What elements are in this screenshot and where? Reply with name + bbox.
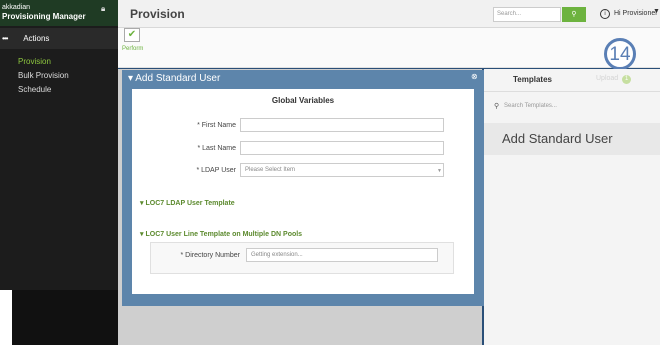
add-user-modal: ▾ Add Standard User ⊗ Global Variables *… <box>122 70 484 306</box>
user-icon[interactable]: i <box>600 9 610 19</box>
sidebar-item-schedule[interactable]: Schedule <box>0 83 118 97</box>
search-input[interactable]: Search... <box>493 7 561 22</box>
sidebar-item-bulk-provision[interactable]: Bulk Provision <box>0 69 118 83</box>
top-bar: Provision Search... ⚲ i Hi Provisioner ▼ <box>118 0 660 28</box>
step-badge: 14 <box>604 38 636 70</box>
chevron-down-icon[interactable]: ▼ <box>437 168 442 174</box>
ldap-template-section[interactable]: ▾ LOC7 LDAP User Template <box>140 199 235 207</box>
collapse-icon[interactable]: ▾ <box>128 73 133 84</box>
line-template-title: LOC7 User Line Template on Multiple DN P… <box>145 231 303 238</box>
toolbar: ✔ Perform 14 <box>118 28 660 70</box>
ldap-user-label: * LDAP User <box>196 167 236 174</box>
ldap-user-select[interactable]: Please Select Item <box>240 163 444 177</box>
close-icon[interactable]: ⊗ <box>471 72 478 81</box>
search-icon: ⚲ <box>494 103 500 110</box>
modal-title: ▾ Add Standard User <box>128 73 220 84</box>
search-icon: ⚲ <box>571 11 577 18</box>
upload-count-badge: 1 <box>622 75 632 84</box>
page-title: Provision <box>130 7 185 21</box>
more-icon: ••• <box>2 34 8 43</box>
checkmark-icon[interactable]: ✔ <box>124 28 140 42</box>
last-name-label: * Last Name <box>197 145 236 152</box>
sidebar: akkadian Provisioning Manager 🔒︎ ••• Act… <box>0 0 118 345</box>
desktop-edge <box>0 290 12 345</box>
first-name-label: * First Name <box>197 122 236 129</box>
tab-templates[interactable]: Templates <box>490 75 575 84</box>
user-menu[interactable]: Hi Provisioner <box>614 10 658 17</box>
modal-title-text: Add Standard User <box>135 73 221 84</box>
tab-upload[interactable]: Upload 1 <box>596 75 632 84</box>
ldap-template-title: LOC7 LDAP User Template <box>145 200 235 207</box>
modal-body: Global Variables * First Name * Last Nam… <box>132 89 474 294</box>
tab-upload-label: Upload <box>596 75 619 82</box>
actions-label: Actions <box>23 34 50 43</box>
last-name-input[interactable] <box>240 141 444 155</box>
template-item-add-standard-user[interactable]: Add Standard User <box>484 123 660 155</box>
tab-divider <box>484 91 660 92</box>
actions-header[interactable]: ••• Actions <box>0 28 118 49</box>
section-title: Global Variables <box>271 96 335 105</box>
line-template-section[interactable]: ▾ LOC7 User Line Template on Multiple DN… <box>140 230 302 238</box>
caret-down-icon[interactable]: ▼ <box>653 8 660 15</box>
sidebar-footer <box>0 290 118 345</box>
sidebar-item-provision[interactable]: Provision <box>0 55 118 69</box>
search-button[interactable]: ⚲ <box>562 7 586 22</box>
template-search-input[interactable]: Search Templates... <box>504 103 654 109</box>
collapse-icon: ▾ <box>140 200 144 207</box>
directory-number-label: * Directory Number <box>180 252 240 259</box>
lock-icon[interactable]: 🔒︎ <box>101 4 105 14</box>
directory-number-input[interactable]: Getting extension... <box>246 248 438 262</box>
collapse-icon: ▾ <box>140 231 144 238</box>
templates-pane: Templates Upload 1 ⚲ Search Templates...… <box>484 69 660 345</box>
sidebar-menu: Provision Bulk Provision Schedule <box>0 55 118 97</box>
first-name-input[interactable] <box>240 118 444 132</box>
perform-button[interactable]: Perform <box>122 46 143 52</box>
